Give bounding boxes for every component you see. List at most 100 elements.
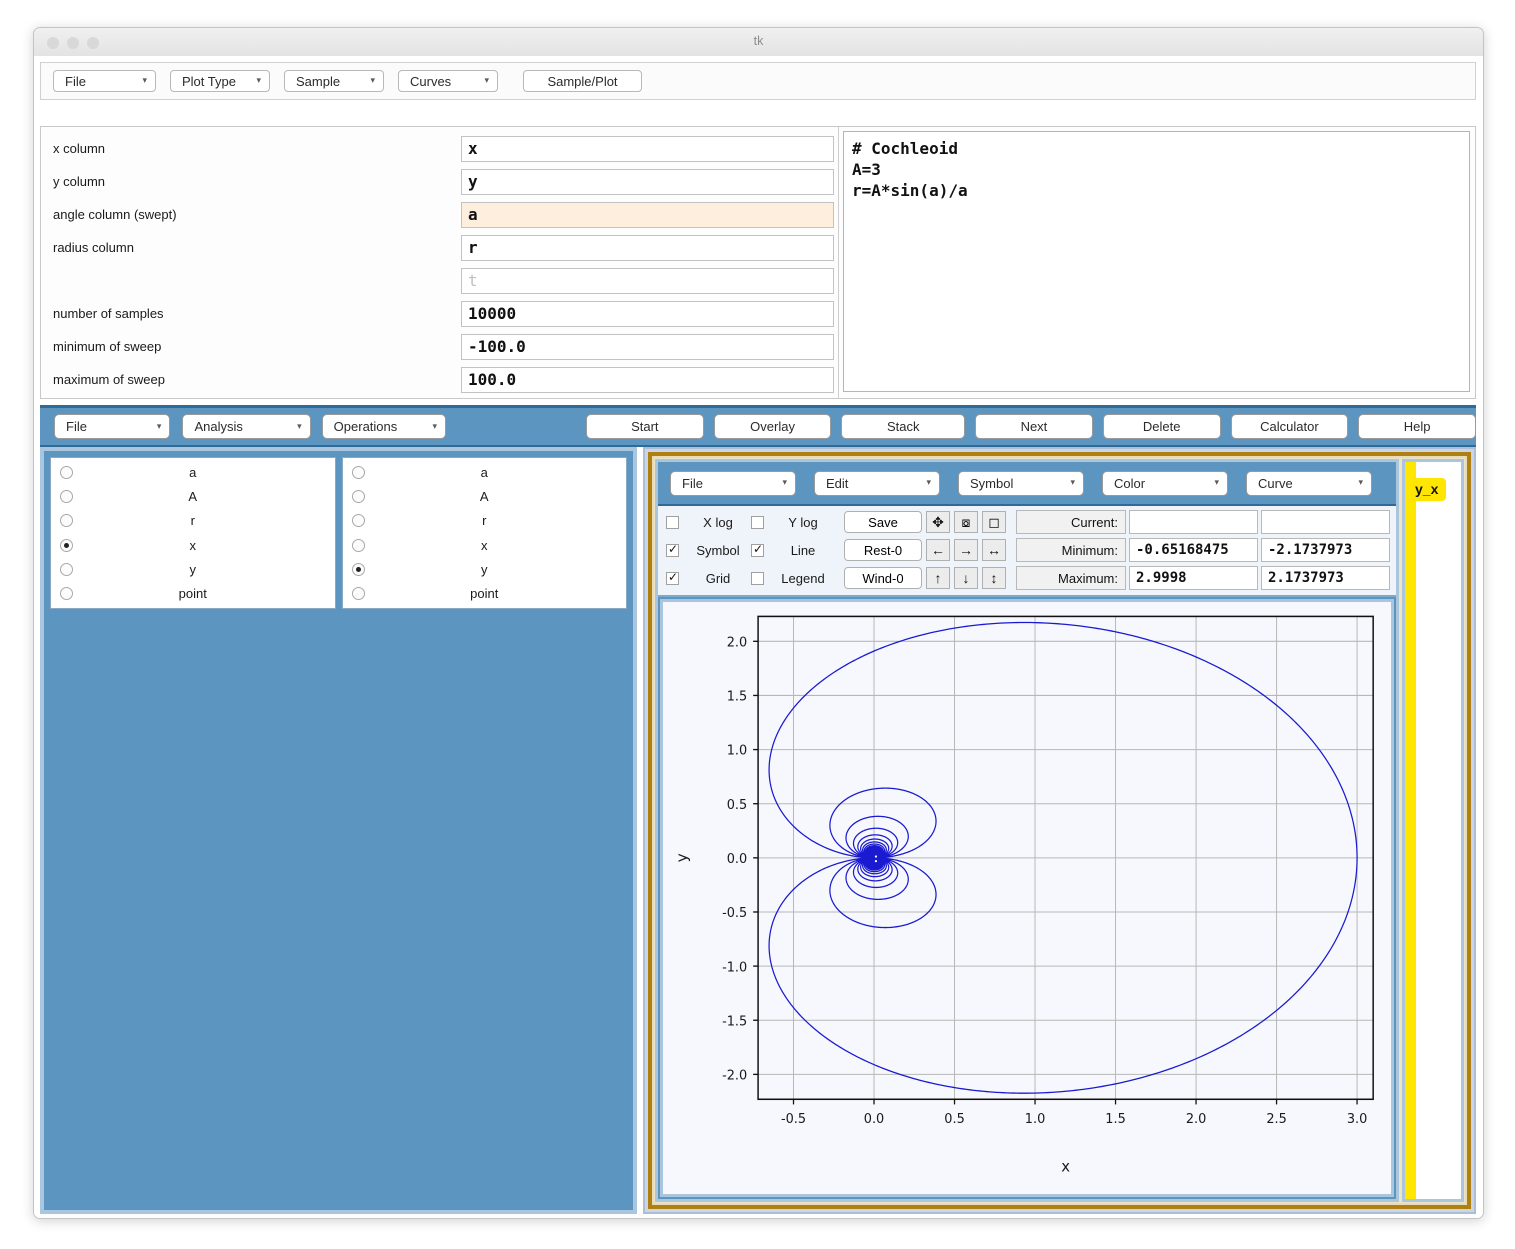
field-maximum-x[interactable]: 2.9998: [1129, 566, 1258, 590]
field-minimum-x[interactable]: -0.65168475: [1129, 538, 1258, 562]
plot-controls-row-1: X log Y log Save ✥ ⧇ ◻: [666, 510, 1006, 534]
plot-menu-curve-label: Curve: [1258, 475, 1293, 491]
arrow-up-icon[interactable]: ↑: [926, 567, 950, 589]
plot-menu-curve[interactable]: Curve ▾: [1246, 470, 1372, 496]
sample-plot-button[interactable]: Sample/Plot: [523, 70, 642, 92]
radio-left-a[interactable]: a: [51, 460, 335, 484]
input-minimum-of-sweep[interactable]: -100.0: [461, 333, 834, 360]
field-current-y[interactable]: [1261, 510, 1390, 534]
rest-button[interactable]: Rest-0: [844, 539, 922, 561]
pan-icon[interactable]: ✥: [926, 511, 950, 533]
calculator-button[interactable]: Calculator: [1230, 414, 1349, 439]
plot-frame-inner: File ▾ Edit ▾ Symbol ▾ Color ▾ Curve ▾ X…: [654, 458, 1465, 1203]
field-current-x[interactable]: [1129, 510, 1258, 534]
overlay-button[interactable]: Overlay: [713, 414, 832, 439]
analysis-menu-operations-label: Operations: [333, 419, 398, 434]
input-angle-column[interactable]: a: [461, 201, 834, 228]
input-y-column[interactable]: y: [461, 168, 834, 195]
arrow-left-right-icon[interactable]: ↔: [982, 539, 1006, 561]
radio-icon[interactable]: [60, 465, 73, 479]
plot-menu-color[interactable]: Color ▾: [1102, 470, 1228, 496]
field-minimum-y[interactable]: -2.1737973: [1261, 538, 1390, 562]
input-maximum-of-sweep[interactable]: 100.0: [461, 366, 834, 393]
plot-menu-file[interactable]: File ▾: [670, 470, 796, 496]
checkbox-y-log[interactable]: [751, 515, 764, 529]
radio-icon[interactable]: [60, 489, 73, 503]
radio-right-A[interactable]: A: [343, 484, 627, 508]
plot-canvas[interactable]: -0.5 0.0 0.5 1.0 1.5 2.0 2.5 3.0 2.0 1.5 1.0 0.5 0.0…: [660, 599, 1394, 1197]
window-title: tk: [753, 34, 764, 48]
start-button[interactable]: Start: [585, 414, 704, 439]
checkbox-x-log[interactable]: [666, 515, 679, 529]
menu-curves[interactable]: Curves ▾: [398, 70, 498, 92]
window-body: File ▾ Plot Type ▾ Sample ▾ Curves ▾ Sam…: [34, 56, 1483, 1218]
radio-left-y[interactable]: y: [51, 557, 335, 581]
next-button[interactable]: Next: [975, 414, 1093, 439]
column-selector-left: a A r x y point: [50, 457, 336, 609]
radio-right-y[interactable]: y: [343, 557, 627, 581]
radio-icon-selected[interactable]: [351, 562, 365, 576]
radio-right-r[interactable]: r: [343, 509, 627, 533]
radio-icon[interactable]: [351, 465, 365, 479]
plot-menu-edit[interactable]: Edit ▾: [814, 470, 940, 496]
svg-text:3.0: 3.0: [1347, 1112, 1367, 1127]
radio-left-A[interactable]: A: [51, 484, 335, 508]
save-button[interactable]: Save: [844, 511, 922, 533]
radio-left-point[interactable]: point: [51, 582, 335, 606]
svg-text:0.0: 0.0: [864, 1112, 884, 1127]
checkbox-line[interactable]: [751, 542, 764, 557]
radio-left-x[interactable]: x: [51, 533, 335, 557]
checkbox-legend[interactable]: [751, 571, 764, 585]
radio-icon[interactable]: [351, 587, 365, 601]
radio-icon[interactable]: [351, 538, 365, 552]
radio-icon[interactable]: [351, 489, 365, 503]
field-maximum-y[interactable]: 2.1737973: [1261, 566, 1390, 590]
help-button[interactable]: Help: [1358, 414, 1476, 439]
input-t-column[interactable]: t: [461, 267, 834, 294]
plot-menu-symbol[interactable]: Symbol ▾: [958, 470, 1084, 496]
svg-text:-2.0: -2.0: [722, 1068, 747, 1083]
svg-text:0.5: 0.5: [944, 1112, 964, 1127]
arrow-down-icon[interactable]: ↓: [954, 567, 978, 589]
label-maximum: Maximum:: [1016, 566, 1126, 590]
radio-left-r[interactable]: r: [51, 509, 335, 533]
analysis-menu-analysis[interactable]: Analysis ▾: [182, 414, 311, 439]
radio-icon[interactable]: [60, 514, 73, 528]
fit-box-icon[interactable]: ◻: [982, 511, 1006, 533]
checkbox-grid[interactable]: [666, 570, 679, 585]
arrow-left-icon[interactable]: ←: [926, 539, 950, 561]
zoom-box-icon[interactable]: ⧇: [954, 511, 978, 533]
analysis-menu-file[interactable]: File ▾: [54, 414, 171, 439]
stack-button[interactable]: Stack: [841, 414, 966, 439]
plot-stats: Current: Minimum: -0.65168475 -2.1737973: [1016, 510, 1396, 590]
input-radius-column[interactable]: r: [461, 234, 834, 261]
menu-sample-label: Sample: [296, 73, 341, 89]
radio-icon[interactable]: [60, 587, 73, 601]
input-number-of-samples[interactable]: 10000: [461, 300, 834, 327]
arrow-up-down-icon[interactable]: ↕: [982, 567, 1006, 589]
form-row-radius-column: radius column r: [41, 231, 838, 264]
analysis-menu-operations[interactable]: Operations ▾: [321, 414, 446, 439]
radio-right-point[interactable]: point: [343, 582, 627, 606]
chevron-down-icon: ▾: [926, 477, 931, 488]
radio-right-a[interactable]: a: [343, 460, 627, 484]
delete-button[interactable]: Delete: [1102, 414, 1221, 439]
radio-right-x[interactable]: x: [343, 533, 627, 557]
svg-text:-1.0: -1.0: [722, 960, 747, 975]
formula-editor[interactable]: # Cochleoid A=3 r=A*sin(a)/a: [843, 131, 1470, 392]
svg-text:-1.5: -1.5: [722, 1014, 747, 1029]
radio-icon-selected[interactable]: [60, 538, 73, 552]
radio-right-r-label: r: [482, 513, 487, 529]
menu-sample[interactable]: Sample ▾: [284, 70, 384, 92]
menu-plot-type[interactable]: Plot Type ▾: [170, 70, 270, 92]
input-x-column[interactable]: x: [461, 135, 834, 162]
tab-y-x[interactable]: y_x: [1407, 478, 1447, 501]
menu-file[interactable]: File ▾: [53, 70, 156, 92]
plot-menu-symbol-label: Symbol: [970, 475, 1014, 491]
radio-icon[interactable]: [351, 514, 365, 528]
checkbox-symbol[interactable]: [666, 542, 679, 557]
wind-button[interactable]: Wind-0: [844, 567, 922, 589]
arrow-right-icon[interactable]: →: [954, 539, 978, 561]
radio-icon[interactable]: [60, 562, 73, 576]
form-row-minimum-of-sweep: minimum of sweep -100.0: [41, 330, 838, 363]
